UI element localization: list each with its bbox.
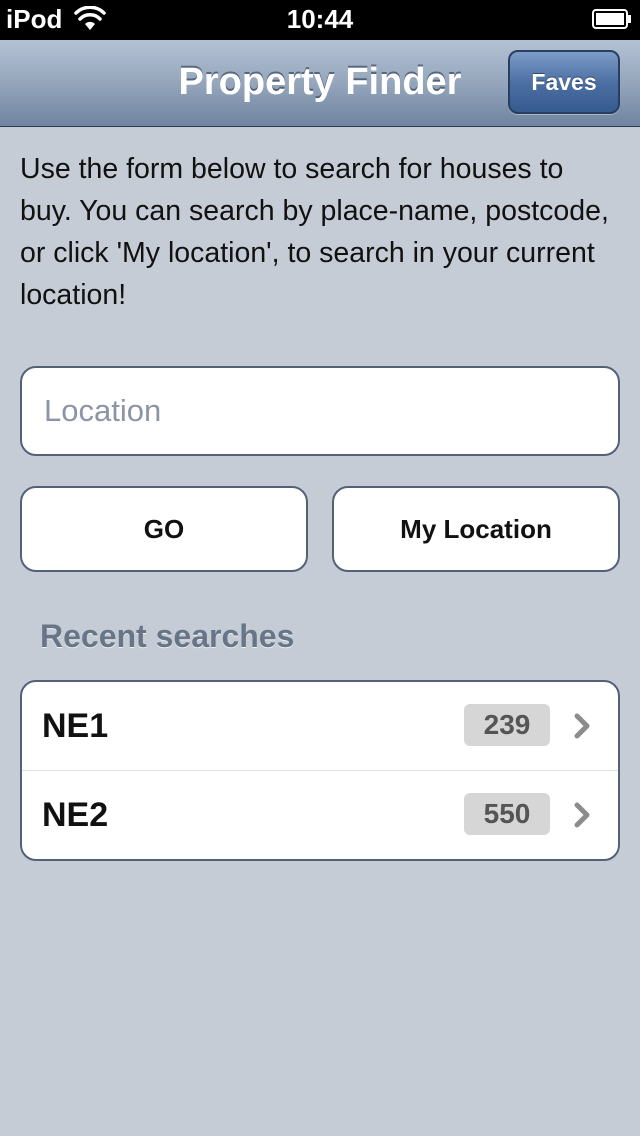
recent-searches-list: NE1 239 NE2 550 bbox=[20, 680, 620, 861]
go-button[interactable]: GO bbox=[20, 486, 308, 572]
result-count-badge: 550 bbox=[464, 793, 550, 835]
navigation-bar: Property Finder Faves bbox=[0, 40, 640, 127]
battery-icon bbox=[592, 9, 631, 29]
intro-text: Use the form below to search for houses … bbox=[20, 153, 609, 311]
my-location-button[interactable]: My Location bbox=[332, 486, 620, 572]
location-input[interactable] bbox=[20, 366, 620, 456]
recent-searches-header: Recent searches bbox=[40, 618, 295, 654]
result-count-badge: 239 bbox=[464, 704, 550, 746]
chevron-right-icon bbox=[574, 713, 590, 739]
recent-search-row-ne2[interactable]: NE2 550 bbox=[22, 770, 618, 859]
chevron-right-icon bbox=[574, 802, 590, 828]
recent-search-label: NE2 bbox=[42, 796, 109, 834]
recent-search-label: NE1 bbox=[42, 707, 109, 745]
faves-button[interactable]: Faves bbox=[508, 50, 620, 114]
status-bar: iPod 10:44 bbox=[0, 0, 640, 40]
recent-search-row-ne1[interactable]: NE1 239 bbox=[22, 682, 618, 770]
status-time: 10:44 bbox=[286, 4, 354, 34]
